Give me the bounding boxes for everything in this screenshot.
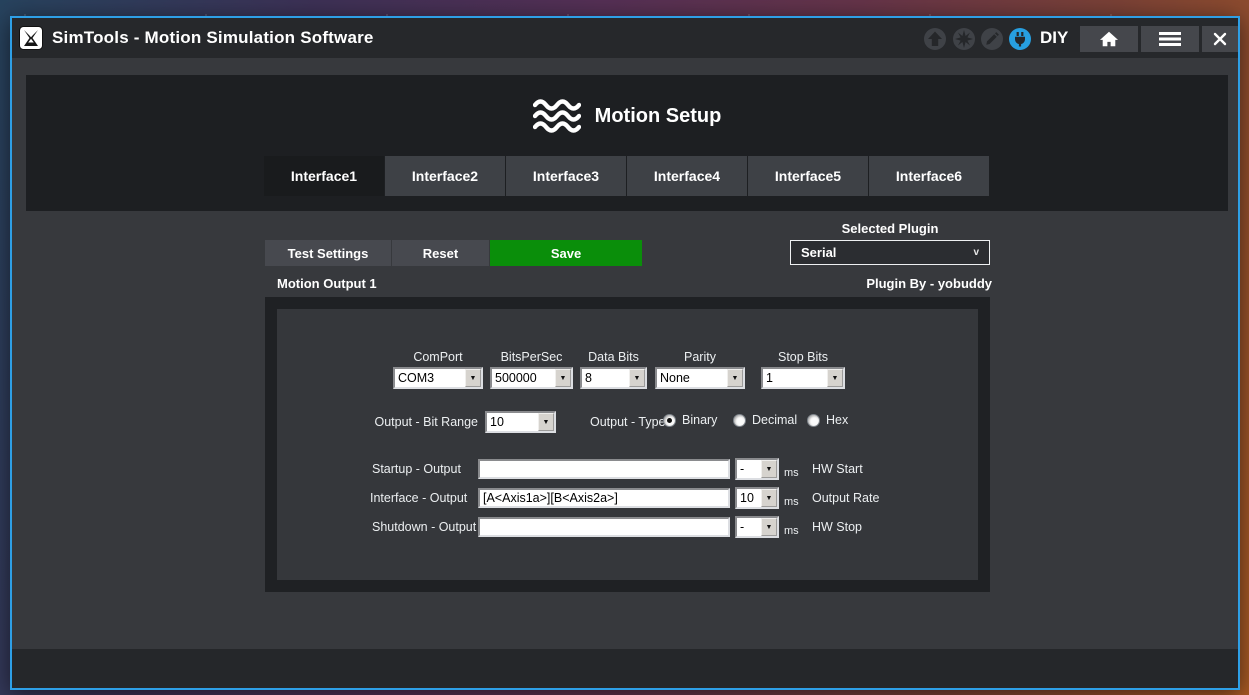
radio-button-icon xyxy=(663,414,676,427)
interface-tabs: Interface1 Interface2 Interface3 Interfa… xyxy=(264,156,989,196)
footer-bar xyxy=(12,649,1238,688)
comport-dropdown[interactable]: COM3▼ xyxy=(393,367,483,389)
output-type-label: Output - Type xyxy=(590,415,666,429)
home-icon xyxy=(1099,30,1119,48)
interface-output-label: Interface - Output xyxy=(370,491,467,505)
title-bar: SimTools - Motion Simulation Software DI… xyxy=(12,18,1238,58)
shutdown-output-input[interactable] xyxy=(478,517,730,537)
output-rate-label: Output Rate xyxy=(812,491,879,505)
dropdown-arrow-icon: ▼ xyxy=(761,518,777,536)
dropdown-arrow-icon: ▼ xyxy=(761,460,777,478)
update-arrow-icon[interactable] xyxy=(923,27,947,51)
shutdown-output-label: Shutdown - Output xyxy=(372,520,476,534)
dropdown-arrow-icon: ▼ xyxy=(727,369,743,387)
databits-label: Data Bits xyxy=(580,350,647,364)
ms-unit-label: ms xyxy=(784,467,799,479)
databits-dropdown[interactable]: 8▼ xyxy=(580,367,647,389)
motion-output-inner: ComPort BitsPerSec Data Bits Parity Stop… xyxy=(277,309,978,580)
app-window: SimTools - Motion Simulation Software DI… xyxy=(10,16,1240,690)
selected-plugin-value: Serial xyxy=(801,245,836,260)
menu-button[interactable] xyxy=(1141,26,1199,52)
close-icon xyxy=(1213,32,1227,46)
pencil-icon[interactable] xyxy=(980,27,1004,51)
parity-label: Parity xyxy=(655,350,745,364)
tab-interface6[interactable]: Interface6 xyxy=(869,156,989,196)
output-rate-dropdown[interactable]: 10▼ xyxy=(735,487,779,509)
burst-icon[interactable] xyxy=(952,27,976,51)
waves-icon xyxy=(533,97,581,135)
motion-setup-panel: Motion Setup Interface1 Interface2 Inter… xyxy=(26,75,1228,211)
selected-plugin-label: Selected Plugin xyxy=(790,221,990,236)
radio-binary[interactable]: Binary xyxy=(663,413,717,427)
chevron-down-icon: v xyxy=(973,247,979,258)
plugin-credit: Plugin By - yobuddy xyxy=(790,276,992,291)
stopbits-label: Stop Bits xyxy=(761,350,845,364)
dropdown-arrow-icon: ▼ xyxy=(827,369,843,387)
startup-delay-dropdown[interactable]: -▼ xyxy=(735,458,779,480)
selected-plugin-dropdown[interactable]: Serial v xyxy=(790,240,990,265)
dropdown-arrow-icon: ▼ xyxy=(538,413,554,431)
stopbits-dropdown[interactable]: 1▼ xyxy=(761,367,845,389)
dropdown-arrow-icon: ▼ xyxy=(555,369,571,387)
radio-decimal[interactable]: Decimal xyxy=(733,413,797,427)
motion-output-panel: ComPort BitsPerSec Data Bits Parity Stop… xyxy=(265,297,990,592)
simtools-logo-icon xyxy=(19,26,43,50)
test-settings-button[interactable]: Test Settings xyxy=(265,240,391,266)
plug-power-icon[interactable] xyxy=(1008,27,1032,51)
dropdown-arrow-icon: ▼ xyxy=(761,489,777,507)
app-title: SimTools - Motion Simulation Software xyxy=(52,18,374,58)
tab-interface2[interactable]: Interface2 xyxy=(385,156,505,196)
tab-interface4[interactable]: Interface4 xyxy=(627,156,747,196)
shutdown-delay-dropdown[interactable]: -▼ xyxy=(735,516,779,538)
tab-interface1[interactable]: Interface1 xyxy=(264,156,384,196)
hamburger-icon xyxy=(1159,31,1181,47)
hw-stop-label: HW Stop xyxy=(812,520,862,534)
dropdown-arrow-icon: ▼ xyxy=(465,369,481,387)
ms-unit-label: ms xyxy=(784,525,799,537)
diy-mode-label: DIY xyxy=(1040,18,1068,58)
radio-button-icon xyxy=(733,414,746,427)
home-button[interactable] xyxy=(1080,26,1138,52)
motion-output-title: Motion Output 1 xyxy=(277,276,377,291)
page-title: Motion Setup xyxy=(595,105,722,128)
bit-range-label: Output - Bit Range xyxy=(357,415,478,429)
ms-unit-label: ms xyxy=(784,496,799,508)
startup-output-input[interactable] xyxy=(478,459,730,479)
tab-interface3[interactable]: Interface3 xyxy=(506,156,626,196)
bitspersec-dropdown[interactable]: 500000▼ xyxy=(490,367,573,389)
bitspersec-label: BitsPerSec xyxy=(490,350,573,364)
hw-start-label: HW Start xyxy=(812,462,863,476)
startup-output-label: Startup - Output xyxy=(372,462,461,476)
dropdown-arrow-icon: ▼ xyxy=(629,369,645,387)
radio-hex[interactable]: Hex xyxy=(807,413,848,427)
tab-interface5[interactable]: Interface5 xyxy=(748,156,868,196)
interface-output-input[interactable] xyxy=(478,488,730,508)
close-button[interactable] xyxy=(1202,26,1238,52)
parity-dropdown[interactable]: None▼ xyxy=(655,367,745,389)
radio-button-icon xyxy=(807,414,820,427)
comport-label: ComPort xyxy=(393,350,483,364)
reset-button[interactable]: Reset xyxy=(392,240,489,266)
bit-range-dropdown[interactable]: 10▼ xyxy=(485,411,556,433)
save-button[interactable]: Save xyxy=(490,240,642,266)
